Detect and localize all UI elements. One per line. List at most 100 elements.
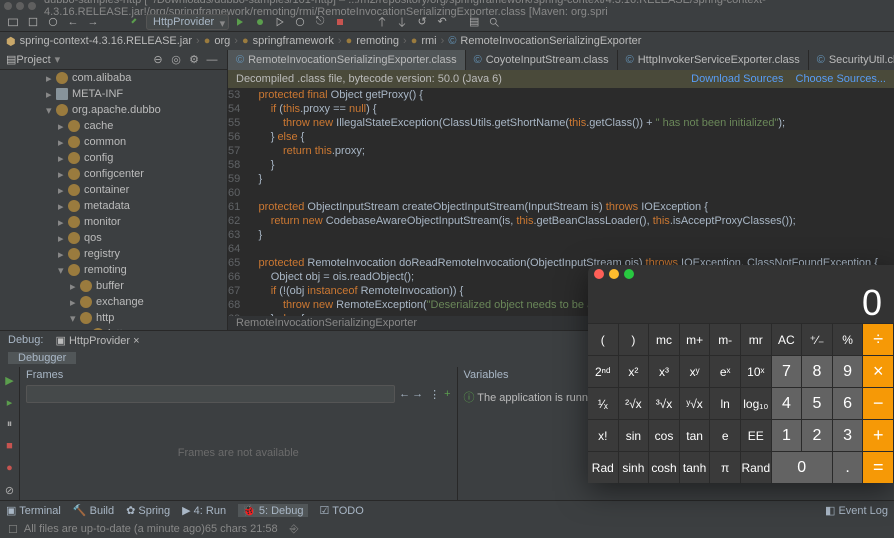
collapse-icon[interactable]: ⊖ xyxy=(149,51,167,69)
spring-tool[interactable]: ✿ Spring xyxy=(126,504,170,517)
crumb-remoting[interactable]: remoting xyxy=(356,35,399,47)
tree-item-meta-inf[interactable]: ▸META-INF xyxy=(0,86,227,102)
editor-tab[interactable]: ©RemoteInvocationSerializingExporter.cla… xyxy=(228,50,466,70)
pause-icon[interactable]: ⏸ xyxy=(1,415,19,433)
traffic-close[interactable] xyxy=(4,2,12,10)
coverage-icon[interactable] xyxy=(271,13,289,31)
tree-item-container[interactable]: ▸container xyxy=(0,182,227,198)
attach-icon[interactable]: ⎋ xyxy=(311,13,329,31)
editor-tab[interactable]: ©SecurityUtil.class xyxy=(809,50,894,70)
target-icon[interactable]: ◎ xyxy=(167,51,185,69)
calc-key-[interactable]: % xyxy=(833,323,864,355)
calc-key-8[interactable]: 8 xyxy=(802,355,833,387)
history-icon[interactable]: ↺ xyxy=(413,13,431,31)
editor-tab[interactable]: ©HttpInvokerServiceExporter.class xyxy=(618,50,809,70)
calc-key-[interactable]: π xyxy=(710,451,741,483)
tree-item-jetty[interactable]: ▸jetty xyxy=(0,326,227,330)
tree-item-org-apache-dubbo[interactable]: ▾org.apache.dubbo xyxy=(0,102,227,118)
tree-item-cache[interactable]: ▸cache xyxy=(0,118,227,134)
terminal-tool[interactable]: ▣ Terminal xyxy=(6,504,61,517)
tree-item-metadata[interactable]: ▸metadata xyxy=(0,198,227,214)
calc-key-mc[interactable]: mc xyxy=(649,323,680,355)
calc-key-1[interactable]: 1 xyxy=(772,419,803,451)
debugger-tab[interactable]: Debugger xyxy=(8,352,76,364)
calc-key-x[interactable]: ʸ√x xyxy=(680,387,711,419)
tree-item-monitor[interactable]: ▸monitor xyxy=(0,214,227,230)
tree-item-remoting[interactable]: ▾remoting xyxy=(0,262,227,278)
hide-icon[interactable]: — xyxy=(203,51,221,69)
calc-key-Rand[interactable]: Rand xyxy=(741,451,772,483)
calc-key-[interactable]: ¹∕ₓ xyxy=(588,387,619,419)
calc-key-[interactable]: × xyxy=(863,355,894,387)
calc-key-5[interactable]: 5 xyxy=(802,387,833,419)
calc-key-Rad[interactable]: Rad xyxy=(588,451,619,483)
project-header[interactable]: ▤ Project▾ ⊖ ◎ ⚙ — xyxy=(0,50,227,70)
event-log[interactable]: ◧ Event Log xyxy=(825,504,888,517)
traffic-max[interactable] xyxy=(28,2,36,10)
calc-key-m[interactable]: m- xyxy=(710,323,741,355)
stop-icon[interactable]: ■ xyxy=(1,437,19,455)
calc-key-2[interactable]: 2ⁿᵈ xyxy=(588,355,619,387)
stop-icon[interactable] xyxy=(331,13,349,31)
calc-key-e[interactable]: e xyxy=(710,419,741,451)
calc-key-x[interactable]: x! xyxy=(588,419,619,451)
tree-item-qos[interactable]: ▸qos xyxy=(0,230,227,246)
tree-item-common[interactable]: ▸common xyxy=(0,134,227,150)
tree-item-config[interactable]: ▸config xyxy=(0,150,227,166)
mute-bp-icon[interactable]: ⊘ xyxy=(1,481,19,499)
crumb-jar[interactable]: spring-context-4.3.16.RELEASE.jar xyxy=(20,35,192,47)
build-tool[interactable]: 🔨 Build xyxy=(73,504,114,517)
download-sources-link[interactable]: Download Sources xyxy=(691,73,783,85)
run-icon[interactable] xyxy=(231,13,249,31)
back-icon[interactable]: ← xyxy=(64,13,82,31)
search-icon[interactable] xyxy=(485,13,503,31)
calc-close[interactable] xyxy=(594,269,604,279)
calc-key-[interactable]: − xyxy=(863,387,894,419)
calc-key-6[interactable]: 6 xyxy=(833,387,864,419)
gear-icon[interactable]: ⚙ xyxy=(185,51,203,69)
editor-tab[interactable]: ©CoyoteInputStream.class xyxy=(466,50,618,70)
calc-key-[interactable]: = xyxy=(863,451,894,483)
calc-key-x[interactable]: x² xyxy=(619,355,650,387)
calc-key-x[interactable]: ²√x xyxy=(619,387,650,419)
calc-key-[interactable]: ⁺∕₋ xyxy=(802,323,833,355)
calc-key-3[interactable]: 3 xyxy=(833,419,864,451)
run-tool[interactable]: ▶ 4: Run xyxy=(182,504,226,517)
calc-key-0[interactable]: 0 xyxy=(772,451,833,483)
calc-key-[interactable]: ) xyxy=(619,323,650,355)
open-icon[interactable] xyxy=(4,13,22,31)
calc-min[interactable] xyxy=(609,269,619,279)
calc-key-9[interactable]: 9 xyxy=(833,355,864,387)
run-config-select[interactable]: HttpProvider▾ xyxy=(146,14,229,30)
calc-key-m[interactable]: m+ xyxy=(680,323,711,355)
calc-key-EE[interactable]: EE xyxy=(741,419,772,451)
save-icon[interactable] xyxy=(24,13,42,31)
calc-key-e[interactable]: eˣ xyxy=(710,355,741,387)
vcs-icon[interactable] xyxy=(373,13,391,31)
hammer-icon[interactable] xyxy=(126,13,144,31)
calc-key-7[interactable]: 7 xyxy=(772,355,803,387)
debug-icon[interactable] xyxy=(251,13,269,31)
calc-key-[interactable]: + xyxy=(863,419,894,451)
breakpoints-icon[interactable]: ● xyxy=(1,459,19,477)
crumb-spring[interactable]: springframework xyxy=(253,35,334,47)
profile-icon[interactable] xyxy=(291,13,309,31)
thread-select[interactable] xyxy=(26,385,395,403)
todo-tool[interactable]: ☑ TODO xyxy=(320,504,364,517)
calc-key-AC[interactable]: AC xyxy=(772,323,803,355)
structure-icon[interactable]: ▤ xyxy=(465,13,483,31)
tree-item-exchange[interactable]: ▸exchange xyxy=(0,294,227,310)
calc-key-sinh[interactable]: sinh xyxy=(619,451,650,483)
debug-target[interactable]: HttpProvider xyxy=(69,335,130,347)
tree-item-http[interactable]: ▾http xyxy=(0,310,227,326)
calc-key-log[interactable]: log₁₀ xyxy=(741,387,772,419)
calc-key-[interactable]: . xyxy=(833,451,864,483)
calc-key-tan[interactable]: tan xyxy=(680,419,711,451)
calc-key-tanh[interactable]: tanh xyxy=(680,451,711,483)
calc-max[interactable] xyxy=(624,269,634,279)
rollback-icon[interactable]: ↶ xyxy=(433,13,451,31)
debug-tool[interactable]: 🐞 5: Debug xyxy=(238,504,307,517)
calc-key-x[interactable]: xʸ xyxy=(680,355,711,387)
crumb-org[interactable]: org xyxy=(214,35,230,47)
crumb-class[interactable]: RemoteInvocationSerializingExporter xyxy=(460,35,641,47)
